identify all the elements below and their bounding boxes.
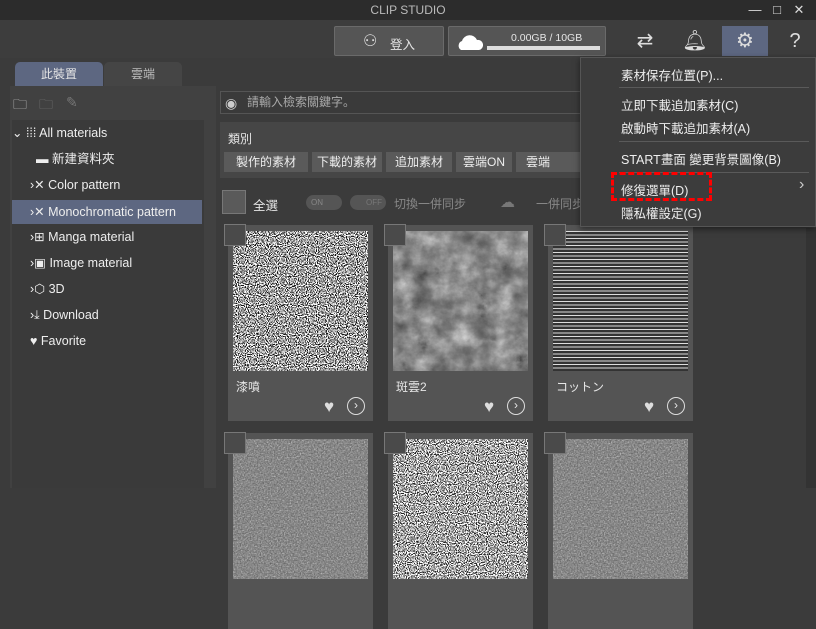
title-bar: CLIP STUDIO: [0, 0, 816, 20]
category-panel: 類別 製作的素材 下載的素材 追加素材 雲端ON 雲端: [220, 122, 582, 178]
submenu-arrow-icon: ›: [799, 176, 805, 193]
tree-label: Manga material: [48, 230, 135, 244]
material-thumbnail: [233, 439, 368, 579]
tree-item-color-pattern[interactable]: ›✕ Color pattern: [12, 173, 202, 197]
menu-item-download-on-start[interactable]: 啟動時下載追加素材(A): [621, 118, 750, 137]
material-card[interactable]: [544, 432, 693, 629]
tab-cloud[interactable]: 雲端: [104, 62, 182, 86]
user-icon: ⚇: [363, 33, 378, 50]
sync-on-toggle[interactable]: ON: [306, 195, 342, 210]
maximize-button[interactable]: □: [768, 0, 786, 20]
chip-cloud-on[interactable]: 雲端ON: [456, 152, 512, 172]
details-arrow-icon[interactable]: ›: [507, 397, 525, 415]
chip-downloaded[interactable]: 下載的素材: [312, 152, 382, 172]
cloud-sync-icon[interactable]: ☁: [500, 193, 515, 211]
card-label: コットン: [556, 380, 605, 394]
on-label: ON: [311, 198, 323, 207]
tree-label: Monochromatic pattern: [48, 205, 176, 219]
card-checkbox[interactable]: [224, 432, 246, 454]
tree-item-image-material[interactable]: ›▣ Image material: [12, 251, 202, 275]
tab-this-device[interactable]: 此裝置: [15, 62, 103, 86]
heart-icon[interactable]: ♥: [484, 397, 494, 417]
sync-label: 一併同步: [536, 197, 585, 211]
off-label: OFF: [366, 198, 382, 207]
sync-toggle-label: 切換一併同步: [394, 197, 467, 211]
tree-label: 新建資料夾: [51, 152, 115, 166]
details-arrow-icon[interactable]: ›: [347, 397, 365, 415]
card-checkbox[interactable]: [544, 224, 566, 246]
category-title: 類別: [228, 132, 253, 146]
material-thumbnail: [553, 231, 688, 371]
material-card[interactable]: [384, 432, 533, 629]
sync-icon[interactable]: ⇄: [622, 26, 668, 56]
details-arrow-icon[interactable]: ›: [667, 397, 685, 415]
menu-item-save-location[interactable]: 素材保存位置(P)...: [621, 65, 723, 84]
search-placeholder: 請輸入檢索關鍵字。: [247, 95, 356, 109]
app-title: CLIP STUDIO: [370, 3, 446, 17]
tree-label: Color pattern: [48, 178, 121, 192]
heart-icon[interactable]: ♥: [644, 397, 654, 417]
rename-icon[interactable]: ✎: [66, 94, 78, 111]
highlight-box: [611, 172, 712, 201]
cloud-storage[interactable]: 0.00GB / 10GB: [448, 26, 606, 56]
tree-label: 3D: [48, 282, 65, 296]
tree-item-manga-material[interactable]: ›⊞ Manga material: [12, 225, 202, 249]
select-all-checkbox[interactable]: [222, 190, 246, 214]
login-button[interactable]: ⚇ 登入: [334, 26, 444, 56]
card-checkbox[interactable]: [384, 224, 406, 246]
tree-item-all-materials[interactable]: ⌄ ⁞⁞⁞ All materials: [12, 121, 202, 145]
material-thumbnail: [393, 231, 528, 371]
material-thumbnail: [393, 439, 528, 579]
card-checkbox[interactable]: [224, 224, 246, 246]
tree-label: Image material: [49, 256, 133, 270]
tree-label: Favorite: [40, 334, 87, 348]
material-card[interactable]: 漆噴 ♥ ›: [224, 224, 373, 421]
menu-separator: [619, 141, 809, 142]
material-card[interactable]: [224, 432, 373, 629]
minimize-button[interactable]: —: [746, 0, 764, 20]
heart-icon[interactable]: ♥: [324, 397, 334, 417]
menu-item-privacy[interactable]: 隱私權設定(G): [621, 203, 702, 222]
card-checkbox[interactable]: [544, 432, 566, 454]
sync-off-toggle[interactable]: OFF: [350, 195, 386, 210]
chip-cloud[interactable]: 雲端: [516, 152, 582, 172]
material-card[interactable]: コットン ♥ ›: [544, 224, 693, 421]
select-all-label: 全選: [253, 199, 279, 213]
folder-icon: ▬: [36, 152, 49, 166]
search-icon: ◉: [225, 95, 238, 111]
material-thumbnail: [233, 231, 368, 371]
new-folder-icon[interactable]: 🗀: [13, 94, 27, 118]
close-button[interactable]: ✕: [790, 0, 808, 20]
material-card[interactable]: 斑雲2 ♥ ›: [384, 224, 533, 421]
card-label: 斑雲2: [396, 380, 427, 394]
menu-item-start-background[interactable]: START畫面 變更背景圖像(B): [621, 149, 781, 168]
help-icon[interactable]: ?: [772, 26, 816, 56]
chip-added[interactable]: 追加素材: [386, 152, 452, 172]
tree-label: Download: [43, 308, 99, 322]
storage-bar: [487, 46, 600, 50]
card-label: 漆噴: [236, 380, 261, 394]
chip-created[interactable]: 製作的素材: [224, 152, 308, 172]
tree-label: All materials: [39, 126, 108, 140]
delete-folder-icon[interactable]: 🗀: [39, 94, 53, 118]
bell-icon[interactable]: 🔔︎: [672, 26, 718, 56]
search-input[interactable]: ◉ 請輸入檢索關鍵字。: [220, 91, 582, 114]
menu-item-download-now[interactable]: 立即下載追加素材(C): [621, 95, 738, 114]
menu-separator: [619, 87, 809, 88]
tree-item-monochromatic-pattern[interactable]: ›✕ Monochromatic pattern: [12, 200, 202, 224]
card-checkbox[interactable]: [384, 432, 406, 454]
tree-item-download[interactable]: ›⤓ Download: [12, 303, 202, 327]
storage-text: 0.00GB / 10GB: [511, 32, 583, 44]
gear-icon[interactable]: ⚙: [722, 26, 768, 56]
tree-item-3d[interactable]: ›⬡ 3D: [12, 277, 202, 301]
tree-item-favorite[interactable]: ♥ Favorite: [12, 329, 202, 353]
login-label: 登入: [390, 38, 416, 52]
scrollbar[interactable]: [806, 228, 816, 488]
tree-item-new-folder[interactable]: ▬ 新建資料夾: [12, 147, 202, 171]
settings-menu: 素材保存位置(P)... 立即下載追加素材(C) 啟動時下載追加素材(A) ST…: [580, 57, 816, 227]
cloud-icon: [458, 35, 484, 50]
material-thumbnail: [553, 439, 688, 579]
